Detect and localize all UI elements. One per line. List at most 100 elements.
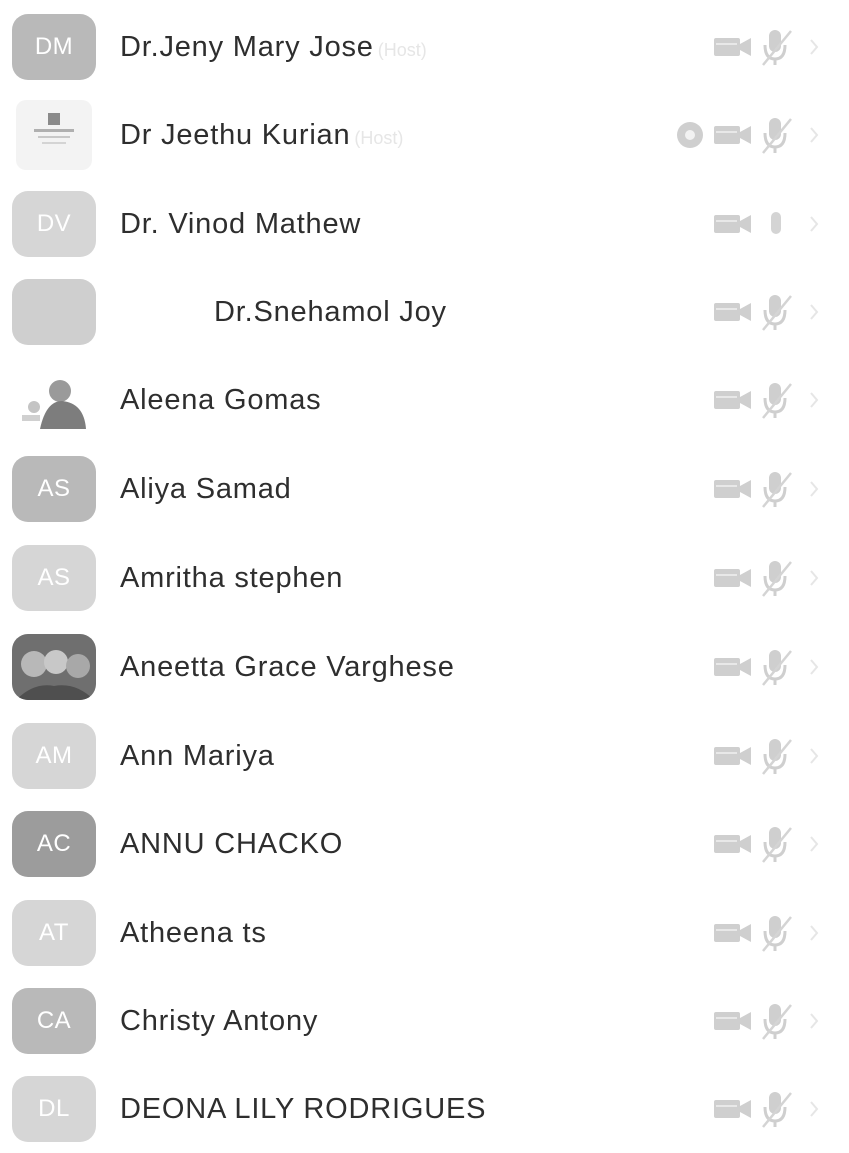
microphone-muted-icon[interactable] xyxy=(759,1001,795,1041)
video-camera-off-icon[interactable] xyxy=(713,744,753,768)
participant-row[interactable]: AT Atheena ts xyxy=(0,889,849,977)
microphone-muted-icon[interactable] xyxy=(759,469,795,509)
participant-controls xyxy=(713,913,819,953)
participant-name-text: Dr Jeethu Kurian xyxy=(120,118,351,151)
participant-name: Christy Antony xyxy=(120,1005,318,1038)
chevron-right-icon[interactable] xyxy=(809,833,819,855)
chevron-right-icon[interactable] xyxy=(809,1098,819,1120)
participant-row[interactable]: DV Dr. Vinod Mathew xyxy=(0,180,849,268)
avatar: DM xyxy=(12,14,96,80)
participant-controls xyxy=(713,558,819,598)
video-camera-off-icon[interactable] xyxy=(713,388,753,412)
microphone-muted-icon[interactable] xyxy=(759,380,795,420)
chevron-right-icon[interactable] xyxy=(809,124,819,146)
participant-row[interactable]: Aneetta Grace Varghese xyxy=(0,623,849,711)
video-camera-off-icon[interactable] xyxy=(713,123,753,147)
participant-controls xyxy=(713,1001,819,1041)
recording-icon xyxy=(677,122,703,148)
participant-controls xyxy=(713,824,819,864)
chevron-right-icon[interactable] xyxy=(809,745,819,767)
participant-row[interactable]: AM Ann Mariya xyxy=(0,712,849,800)
participant-name-text: Aneetta Grace Varghese xyxy=(120,650,455,683)
avatar: AS xyxy=(12,456,96,522)
participant-row[interactable]: DM Dr.Jeny Mary Jose (Host) xyxy=(0,3,849,91)
participant-name-text: Ann Mariya xyxy=(120,739,275,772)
participant-name: Dr.Jeny Mary Jose (Host) xyxy=(120,31,427,64)
avatar: AM xyxy=(12,723,96,789)
participant-name-text: Dr.Snehamol Joy xyxy=(214,295,447,328)
participant-name: Atheena ts xyxy=(120,917,267,950)
microphone-muted-icon[interactable] xyxy=(759,736,795,776)
participant-row[interactable]: AC ANNU CHACKO xyxy=(0,800,849,888)
participant-name: Ann Mariya xyxy=(120,740,275,773)
participant-name: ANNU CHACKO xyxy=(120,828,343,861)
video-camera-off-icon[interactable] xyxy=(713,212,753,236)
participant-controls xyxy=(713,27,819,67)
participant-name-text: Aleena Gomas xyxy=(120,383,322,416)
participant-name-text: Christy Antony xyxy=(120,1004,319,1037)
video-camera-off-icon[interactable] xyxy=(713,477,753,501)
participant-controls xyxy=(713,647,819,687)
host-label: (Host) xyxy=(354,127,404,148)
participant-controls xyxy=(713,1089,819,1129)
chevron-right-icon[interactable] xyxy=(809,1010,819,1032)
participant-name: Dr. Vinod Mathew xyxy=(120,208,361,241)
video-camera-off-icon[interactable] xyxy=(713,1097,753,1121)
participant-controls xyxy=(713,469,819,509)
video-camera-off-icon[interactable] xyxy=(713,921,753,945)
participant-row[interactable]: Dr Jeethu Kurian (Host) xyxy=(0,91,849,179)
video-camera-off-icon[interactable] xyxy=(713,655,753,679)
chevron-right-icon[interactable] xyxy=(809,656,819,678)
profile-photo-icon xyxy=(12,634,96,700)
participant-row[interactable]: CA Christy Antony xyxy=(0,977,849,1065)
microphone-muted-icon[interactable] xyxy=(759,1089,795,1129)
microphone-muted-icon[interactable] xyxy=(759,292,795,332)
microphone-muted-icon[interactable] xyxy=(759,27,795,67)
chevron-right-icon[interactable] xyxy=(809,36,819,58)
participant-row[interactable]: AS Amritha stephen xyxy=(0,534,849,622)
participant-name-text: Amritha stephen xyxy=(120,561,344,594)
video-camera-off-icon[interactable] xyxy=(713,1009,753,1033)
participant-name: Amritha stephen xyxy=(120,562,343,595)
chevron-right-icon[interactable] xyxy=(809,389,819,411)
video-camera-off-icon[interactable] xyxy=(713,832,753,856)
video-camera-off-icon[interactable] xyxy=(713,566,753,590)
avatar-photo xyxy=(12,634,96,700)
avatar xyxy=(12,279,96,345)
participant-name: DEONA LILY RODRIGUES xyxy=(120,1093,486,1126)
microphone-muted-icon[interactable] xyxy=(759,647,795,687)
chevron-right-icon[interactable] xyxy=(809,922,819,944)
institution-logo-icon xyxy=(34,113,74,144)
participant-row[interactable]: Dr.Snehamol Joy xyxy=(0,268,849,356)
avatar xyxy=(16,100,92,170)
microphone-muted-icon[interactable] xyxy=(759,913,795,953)
microphone-muted-icon[interactable] xyxy=(759,824,795,864)
participant-row[interactable]: Aleena Gomas xyxy=(0,356,849,444)
chevron-right-icon[interactable] xyxy=(809,567,819,589)
participant-name: Aneetta Grace Varghese xyxy=(120,651,455,684)
chevron-right-icon[interactable] xyxy=(809,301,819,323)
participant-name-text: ANNU CHACKO xyxy=(120,827,344,860)
participant-name: Dr Jeethu Kurian (Host) xyxy=(120,119,403,152)
participant-controls xyxy=(713,380,819,420)
participant-controls xyxy=(713,204,819,244)
participant-name-text: Dr. Vinod Mathew xyxy=(120,207,362,240)
avatar: DV xyxy=(12,191,96,257)
chevron-right-icon[interactable] xyxy=(809,213,819,235)
avatar: AS xyxy=(12,545,96,611)
participant-name: Aliya Samad xyxy=(120,473,292,506)
microphone-muted-icon[interactable] xyxy=(759,115,795,155)
participant-row[interactable]: AS Aliya Samad xyxy=(0,445,849,533)
participant-controls xyxy=(713,292,819,332)
video-camera-off-icon[interactable] xyxy=(713,35,753,59)
participant-name-text: Atheena ts xyxy=(120,916,267,949)
avatar-photo xyxy=(12,367,96,433)
participant-row[interactable]: DL DEONA LILY RODRIGUES xyxy=(0,1065,849,1153)
microphone-icon[interactable] xyxy=(759,204,795,244)
avatar: DL xyxy=(12,1076,96,1142)
participant-name-text: Aliya Samad xyxy=(120,472,292,505)
chevron-right-icon[interactable] xyxy=(809,478,819,500)
video-camera-off-icon[interactable] xyxy=(713,300,753,324)
microphone-muted-icon[interactable] xyxy=(759,558,795,598)
profile-photo-icon xyxy=(12,367,96,433)
